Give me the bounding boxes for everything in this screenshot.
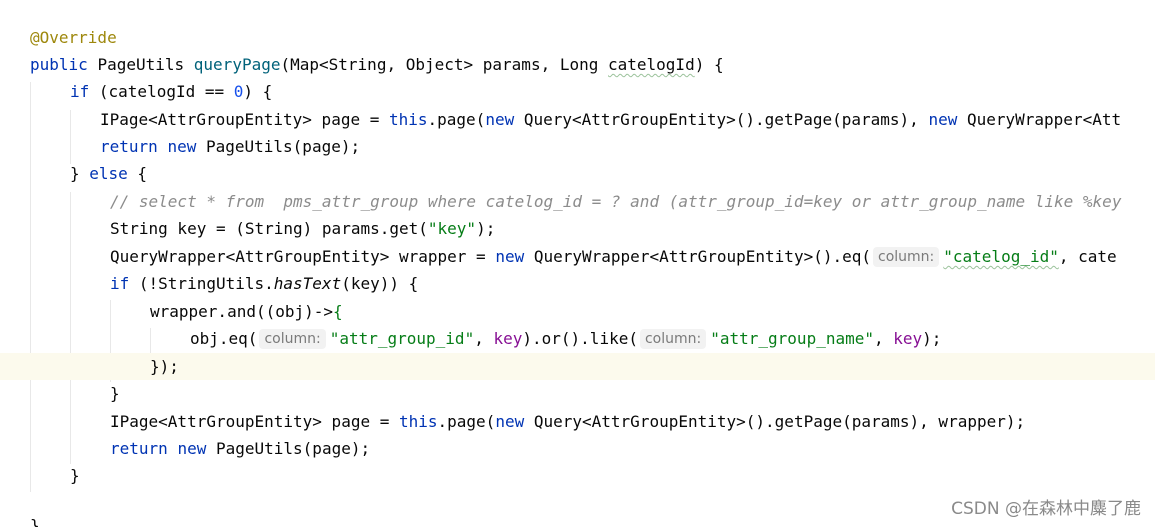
code-text: IPage<AttrGroupEntity> page = <box>100 110 389 129</box>
captured-variable: key <box>493 329 523 348</box>
code-line[interactable]: @Override <box>0 24 1155 51</box>
parameter-hint: column: <box>873 247 940 267</box>
code-text: obj.eq( <box>190 329 258 348</box>
code-text: IPage<AttrGroupEntity> page = <box>110 412 399 431</box>
watermark: CSDN @在森林中麋了鹿 <box>951 499 1141 519</box>
code-line[interactable]: return new PageUtils(page); <box>0 133 1155 160</box>
string-literal: "key" <box>427 219 477 238</box>
code-text: , <box>874 329 894 348</box>
code-line[interactable]: } <box>0 462 1155 489</box>
code-text: (!StringUtils. <box>129 274 274 293</box>
code-comment: // select * from pms_attr_group where ca… <box>110 192 1122 211</box>
captured-variable: key <box>893 329 923 348</box>
keyword: new <box>928 110 958 129</box>
annotation: @Override <box>30 28 117 47</box>
parameter-hint: column: <box>639 329 707 349</box>
code-text: String key = (String) params.get( <box>110 219 428 238</box>
code-editor[interactable]: @Override public PageUtils queryPage(Map… <box>0 0 1155 527</box>
keyword: return <box>110 439 168 458</box>
code-line[interactable]: IPage<AttrGroupEntity> page = this.page(… <box>0 408 1155 435</box>
keyword: else <box>89 164 128 183</box>
code-line[interactable]: public PageUtils queryPage(Map<String, O… <box>0 51 1155 78</box>
string-literal: "catelog_id" <box>943 247 1059 266</box>
code-text: ) { <box>694 55 724 74</box>
code-text: .page( <box>437 412 496 431</box>
code-text: } <box>30 516 40 527</box>
string-literal: "attr_group_name" <box>710 329 874 348</box>
code-text: ); <box>922 329 942 348</box>
code-line[interactable]: wrapper.and((obj)->{ <box>0 298 1155 325</box>
code-text: { <box>127 164 148 183</box>
code-text: }); <box>150 357 179 376</box>
code-line[interactable]: String key = (String) params.get("key"); <box>0 215 1155 242</box>
code-text: } <box>70 164 90 183</box>
code-line[interactable]: } <box>0 380 1155 407</box>
parameter-hint: column: <box>259 329 326 349</box>
lambda-brace: { <box>333 302 343 321</box>
code-text: PageUtils(page); <box>206 439 371 458</box>
code-line[interactable]: if (!StringUtils.hasText(key)) { <box>0 270 1155 297</box>
code-text: , cate <box>1058 247 1117 266</box>
code-text: ); <box>476 219 496 238</box>
code-text: (Map<String, Object> params, Long <box>280 55 608 74</box>
keyword: this <box>388 110 428 129</box>
code-text: } <box>70 466 80 485</box>
code-line[interactable]: obj.eq(column: "attr_group_id", key).or()… <box>0 325 1155 352</box>
code-text: QueryWrapper<AttrGroupEntity> wrapper = <box>110 247 496 266</box>
keyword: this <box>398 412 438 431</box>
code-text: } <box>110 384 120 403</box>
code-text: Query<AttrGroupEntity>().getPage(params)… <box>514 110 929 129</box>
current-code-line[interactable]: }); <box>0 353 1155 380</box>
code-text: (catelogId == <box>89 82 234 101</box>
code-line[interactable]: QueryWrapper<AttrGroupEntity> wrapper = … <box>0 243 1155 270</box>
code-text: QueryWrapper<AttrGroupEntity>().eq( <box>524 247 871 266</box>
keyword: new <box>167 137 197 156</box>
code-text: ) { <box>243 82 273 101</box>
code-text: ).or().like( <box>522 329 638 348</box>
parameter-name: catelogId <box>608 55 695 74</box>
code-line[interactable]: // select * from pms_attr_group where ca… <box>0 188 1155 215</box>
code-line[interactable]: if (catelogId == 0) { <box>0 78 1155 105</box>
code-line[interactable]: } else { <box>0 160 1155 187</box>
keyword: new <box>177 439 207 458</box>
code-line[interactable]: return new PageUtils(page); <box>0 435 1155 462</box>
code-text: wrapper.and((obj)-> <box>150 302 334 321</box>
keyword: new <box>485 110 515 129</box>
static-method: hasText <box>273 274 342 293</box>
keyword: new <box>495 412 525 431</box>
method-name: queryPage <box>193 55 281 74</box>
keyword: new <box>495 247 525 266</box>
code-text: , <box>474 329 494 348</box>
type-name: PageUtils <box>97 55 185 74</box>
code-line[interactable]: IPage<AttrGroupEntity> page = this.page(… <box>0 106 1155 133</box>
keyword: public <box>30 55 88 74</box>
code-text: Query<AttrGroupEntity>().getPage(params)… <box>524 412 1026 431</box>
code-text: .page( <box>427 110 486 129</box>
number-literal: 0 <box>233 82 244 101</box>
keyword: if <box>70 82 90 101</box>
code-text: PageUtils(page); <box>196 137 361 156</box>
string-literal: "attr_group_id" <box>329 329 475 348</box>
keyword: return <box>100 137 158 156</box>
keyword: if <box>110 274 130 293</box>
code-text: (key)) { <box>341 274 419 293</box>
code-text: QueryWrapper<Att <box>957 110 1122 129</box>
